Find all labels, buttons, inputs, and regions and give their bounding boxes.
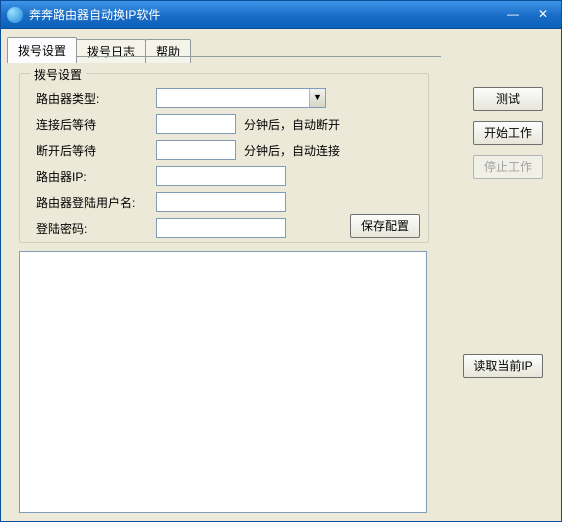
router-ip-input[interactable] [156,166,286,186]
connect-wait-input[interactable] [156,114,236,134]
router-type-combo[interactable]: ▼ [156,88,326,108]
app-icon [7,7,23,23]
log-textarea[interactable] [19,251,427,513]
chevron-down-icon[interactable]: ▼ [309,89,325,107]
group-title: 拨号设置 [30,66,86,83]
dial-settings-group: 拨号设置 路由器类型: ▼ 连接后等待 分钟后，自动断开 断开后等待 分钟后，自… [19,73,429,243]
tab-dial-settings[interactable]: 拨号设置 [7,37,77,63]
router-user-input[interactable] [156,192,286,212]
minimize-button[interactable]: — [499,6,527,24]
connect-wait-label: 连接后等待 [36,116,156,133]
save-config-button[interactable]: 保存配置 [350,214,420,238]
stop-work-button: 停止工作 [473,155,543,179]
router-type-label: 路由器类型: [36,90,156,107]
close-button[interactable]: ✕ [529,6,557,24]
window-title: 奔奔路由器自动换IP软件 [29,6,499,23]
app-window: 奔奔路由器自动换IP软件 — ✕ 拨号设置 拨号日志 帮助 拨号设置 路由器类型… [0,0,562,522]
disconnect-wait-label: 断开后等待 [36,142,156,159]
window-controls: — ✕ [499,6,561,24]
read-current-ip-button[interactable]: 读取当前IP [463,354,543,378]
router-pass-label: 登陆密码: [36,220,156,237]
router-ip-label: 路由器IP: [36,168,156,185]
client-area: 拨号设置 拨号日志 帮助 拨号设置 路由器类型: ▼ 连接后等待 分钟后，自动断… [1,29,561,521]
disconnect-wait-suffix: 分钟后，自动连接 [244,142,340,159]
start-work-button[interactable]: 开始工作 [473,121,543,145]
router-pass-input[interactable] [156,218,286,238]
titlebar[interactable]: 奔奔路由器自动换IP软件 — ✕ [1,1,561,29]
test-button[interactable]: 测试 [473,87,543,111]
connect-wait-suffix: 分钟后，自动断开 [244,116,340,133]
router-user-label: 路由器登陆用户名: [36,194,156,211]
disconnect-wait-input[interactable] [156,140,236,160]
